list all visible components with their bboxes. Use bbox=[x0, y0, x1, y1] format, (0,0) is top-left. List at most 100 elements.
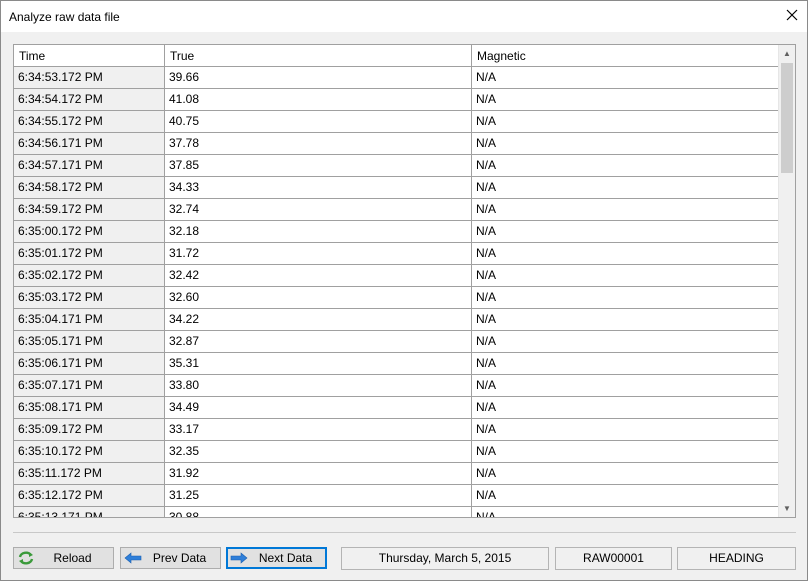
cell-true[interactable]: 31.72 bbox=[165, 243, 472, 264]
cell-true[interactable]: 34.49 bbox=[165, 397, 472, 418]
cell-true[interactable]: 31.92 bbox=[165, 463, 472, 484]
cell-true[interactable]: 30.88 bbox=[165, 507, 472, 517]
cell-true[interactable]: 34.33 bbox=[165, 177, 472, 198]
cell-true[interactable]: 37.78 bbox=[165, 133, 472, 154]
cell-true[interactable]: 41.08 bbox=[165, 89, 472, 110]
cell-true[interactable]: 32.18 bbox=[165, 221, 472, 242]
cell-time[interactable]: 6:35:03.172 PM bbox=[14, 287, 165, 308]
cell-magnetic[interactable]: N/A bbox=[472, 89, 779, 110]
prev-data-button[interactable]: Prev Data bbox=[120, 547, 221, 569]
table-row[interactable]: 6:35:02.172 PM 32.42 N/A bbox=[14, 265, 779, 287]
table-row[interactable]: 6:35:06.171 PM 35.31 N/A bbox=[14, 353, 779, 375]
table-row[interactable]: 6:35:11.172 PM 31.92 N/A bbox=[14, 463, 779, 485]
cell-true[interactable]: 33.80 bbox=[165, 375, 472, 396]
table-row[interactable]: 6:35:12.172 PM 31.25 N/A bbox=[14, 485, 779, 507]
close-button[interactable] bbox=[777, 1, 807, 32]
cell-true[interactable]: 32.87 bbox=[165, 331, 472, 352]
scroll-up-arrow-icon[interactable]: ▲ bbox=[779, 45, 795, 62]
table-row[interactable]: 6:34:59.172 PM 32.74 N/A bbox=[14, 199, 779, 221]
cell-time[interactable]: 6:35:12.172 PM bbox=[14, 485, 165, 506]
cell-true[interactable]: 37.85 bbox=[165, 155, 472, 176]
analyze-raw-data-window: Analyze raw data file Time True Magnetic… bbox=[0, 0, 808, 581]
cell-true[interactable]: 31.25 bbox=[165, 485, 472, 506]
cell-magnetic[interactable]: N/A bbox=[472, 199, 779, 220]
cell-time[interactable]: 6:35:04.171 PM bbox=[14, 309, 165, 330]
table-row[interactable]: 6:34:56.171 PM 37.78 N/A bbox=[14, 133, 779, 155]
table-row[interactable]: 6:35:00.172 PM 32.18 N/A bbox=[14, 221, 779, 243]
cell-magnetic[interactable]: N/A bbox=[472, 463, 779, 484]
table-row[interactable]: 6:34:53.172 PM 39.66 N/A bbox=[14, 67, 779, 89]
cell-time[interactable]: 6:35:10.172 PM bbox=[14, 441, 165, 462]
cell-time[interactable]: 6:34:55.172 PM bbox=[14, 111, 165, 132]
cell-true[interactable]: 33.17 bbox=[165, 419, 472, 440]
cell-magnetic[interactable]: N/A bbox=[472, 331, 779, 352]
cell-time[interactable]: 6:35:05.171 PM bbox=[14, 331, 165, 352]
cell-true[interactable]: 32.42 bbox=[165, 265, 472, 286]
table-row[interactable]: 6:34:58.172 PM 34.33 N/A bbox=[14, 177, 779, 199]
cell-time[interactable]: 6:35:13.171 PM bbox=[14, 507, 165, 517]
cell-time[interactable]: 6:34:57.171 PM bbox=[14, 155, 165, 176]
cell-magnetic[interactable]: N/A bbox=[472, 397, 779, 418]
table-row[interactable]: 6:34:57.171 PM 37.85 N/A bbox=[14, 155, 779, 177]
scroll-down-arrow-icon[interactable]: ▼ bbox=[779, 500, 795, 517]
cell-magnetic[interactable]: N/A bbox=[472, 375, 779, 396]
cell-true[interactable]: 40.75 bbox=[165, 111, 472, 132]
cell-time[interactable]: 6:34:58.172 PM bbox=[14, 177, 165, 198]
column-header-time[interactable]: Time bbox=[14, 45, 165, 66]
table-row[interactable]: 6:35:07.171 PM 33.80 N/A bbox=[14, 375, 779, 397]
table-row[interactable]: 6:35:10.172 PM 32.35 N/A bbox=[14, 441, 779, 463]
cell-time[interactable]: 6:35:09.172 PM bbox=[14, 419, 165, 440]
cell-true[interactable]: 39.66 bbox=[165, 67, 472, 88]
table-row[interactable]: 6:35:13.171 PM 30.88 N/A bbox=[14, 507, 779, 517]
next-data-button[interactable]: Next Data bbox=[226, 547, 327, 569]
cell-time[interactable]: 6:35:00.172 PM bbox=[14, 221, 165, 242]
cell-time[interactable]: 6:35:07.171 PM bbox=[14, 375, 165, 396]
cell-magnetic[interactable]: N/A bbox=[472, 265, 779, 286]
cell-time[interactable]: 6:35:06.171 PM bbox=[14, 353, 165, 374]
table-row[interactable]: 6:35:05.171 PM 32.87 N/A bbox=[14, 331, 779, 353]
cell-time[interactable]: 6:35:02.172 PM bbox=[14, 265, 165, 286]
vertical-scrollbar[interactable]: ▲ ▼ bbox=[778, 45, 795, 517]
cell-magnetic[interactable]: N/A bbox=[472, 441, 779, 462]
cell-true[interactable]: 32.60 bbox=[165, 287, 472, 308]
table-row[interactable]: 6:34:54.172 PM 41.08 N/A bbox=[14, 89, 779, 111]
title-bar[interactable]: Analyze raw data file bbox=[1, 1, 807, 32]
column-header-true[interactable]: True bbox=[165, 45, 472, 66]
cell-time[interactable]: 6:34:53.172 PM bbox=[14, 67, 165, 88]
cell-true[interactable]: 35.31 bbox=[165, 353, 472, 374]
cell-time[interactable]: 6:34:54.172 PM bbox=[14, 89, 165, 110]
reload-button[interactable]: Reload bbox=[13, 547, 114, 569]
cell-true[interactable]: 34.22 bbox=[165, 309, 472, 330]
cell-true[interactable]: 32.35 bbox=[165, 441, 472, 462]
cell-true[interactable]: 32.74 bbox=[165, 199, 472, 220]
cell-magnetic[interactable]: N/A bbox=[472, 287, 779, 308]
cell-magnetic[interactable]: N/A bbox=[472, 111, 779, 132]
cell-magnetic[interactable]: N/A bbox=[472, 419, 779, 440]
cell-time[interactable]: 6:35:08.171 PM bbox=[14, 397, 165, 418]
table-row[interactable]: 6:35:04.171 PM 34.22 N/A bbox=[14, 309, 779, 331]
table-row[interactable]: 6:35:09.172 PM 33.17 N/A bbox=[14, 419, 779, 441]
cell-magnetic[interactable]: N/A bbox=[472, 309, 779, 330]
prev-data-label: Prev Data bbox=[152, 551, 207, 565]
table-row[interactable]: 6:35:03.172 PM 32.60 N/A bbox=[14, 287, 779, 309]
cell-magnetic[interactable]: N/A bbox=[472, 353, 779, 374]
cell-magnetic[interactable]: N/A bbox=[472, 507, 779, 517]
cell-magnetic[interactable]: N/A bbox=[472, 177, 779, 198]
table-row[interactable]: 6:34:55.172 PM 40.75 N/A bbox=[14, 111, 779, 133]
column-header-magnetic[interactable]: Magnetic bbox=[472, 45, 779, 66]
status-file: RAW00001 bbox=[555, 547, 672, 570]
cell-time[interactable]: 6:35:11.172 PM bbox=[14, 463, 165, 484]
cell-time[interactable]: 6:34:59.172 PM bbox=[14, 199, 165, 220]
cell-magnetic[interactable]: N/A bbox=[472, 133, 779, 154]
cell-time[interactable]: 6:34:56.171 PM bbox=[14, 133, 165, 154]
table-row[interactable]: 6:35:01.172 PM 31.72 N/A bbox=[14, 243, 779, 265]
cell-magnetic[interactable]: N/A bbox=[472, 243, 779, 264]
scroll-thumb[interactable] bbox=[781, 63, 793, 173]
cell-magnetic[interactable]: N/A bbox=[472, 67, 779, 88]
cell-magnetic[interactable]: N/A bbox=[472, 485, 779, 506]
cell-time[interactable]: 6:35:01.172 PM bbox=[14, 243, 165, 264]
table-row[interactable]: 6:35:08.171 PM 34.49 N/A bbox=[14, 397, 779, 419]
cell-magnetic[interactable]: N/A bbox=[472, 221, 779, 242]
data-grid[interactable]: Time True Magnetic 6:34:53.172 PM 39.66 N/… bbox=[13, 44, 796, 518]
cell-magnetic[interactable]: N/A bbox=[472, 155, 779, 176]
